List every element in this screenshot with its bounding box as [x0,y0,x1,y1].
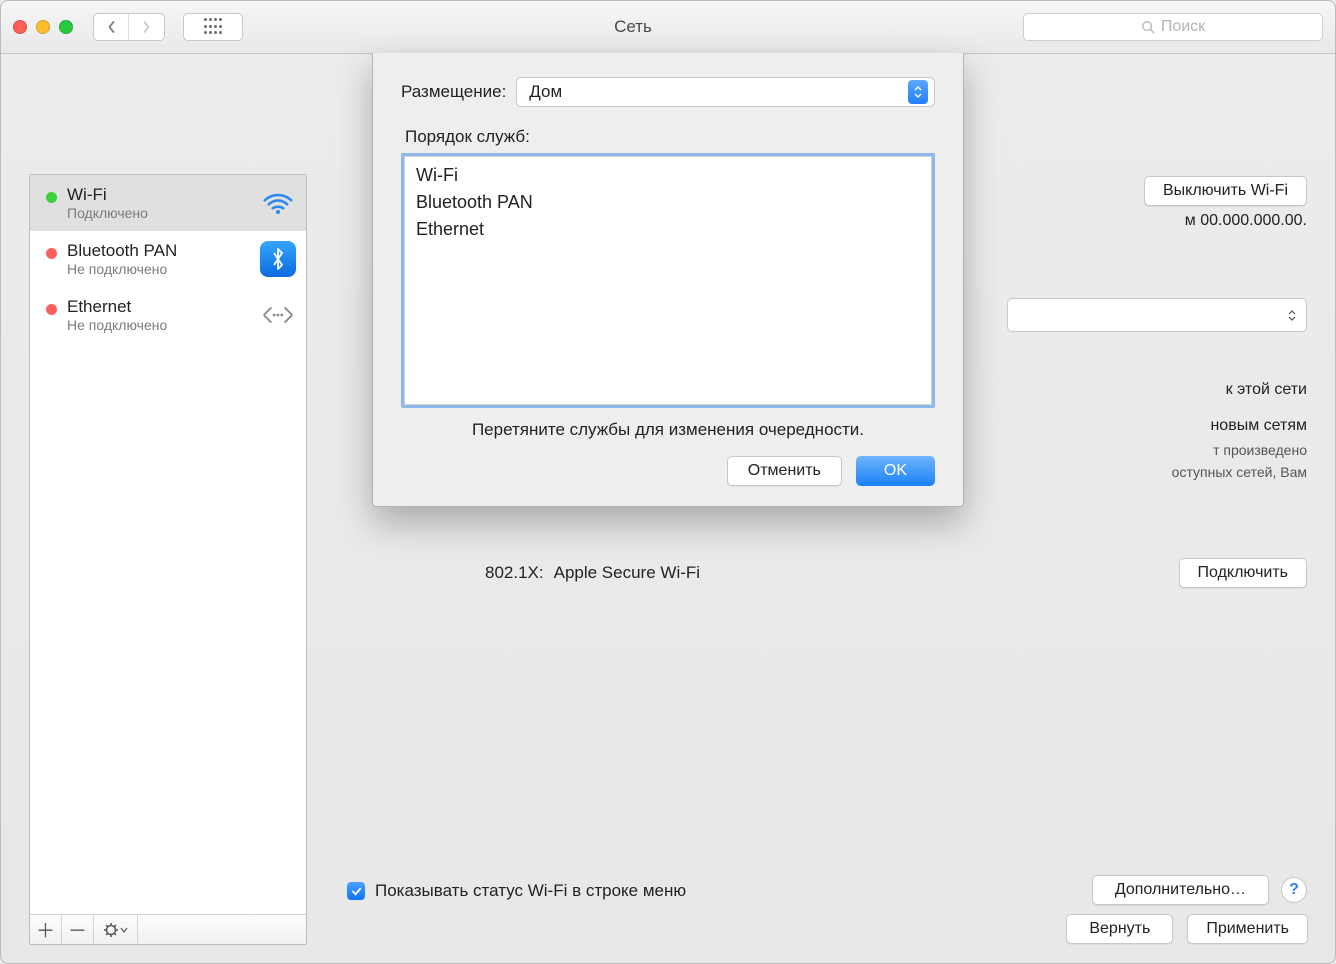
show-all-button[interactable] [183,13,243,41]
service-order-sheet: Размещение: Дом Порядок служб: Wi-Fi Blu… [372,53,964,507]
location-row: Размещение: Дом [401,77,935,107]
up-down-chevrons-icon [1288,310,1296,321]
service-order-list[interactable]: Wi-Fi Bluetooth PAN Ethernet [401,153,935,408]
sidebar-item-ethernet[interactable]: Ethernet Не подключено [30,287,306,343]
ethernet-icon [260,297,296,333]
network-preferences-window: Сеть Поиск Wi-Fi Подключено [0,0,1336,964]
service-status: Не подключено [67,261,250,277]
up-down-stepper-icon [908,80,928,104]
sidebar-item-text: Bluetooth PAN Не подключено [67,241,250,277]
location-value: Дом [529,82,908,102]
ip-address-fragment: м 00.000.000.00. [1144,212,1307,230]
turn-off-wifi-button[interactable]: Выключить Wi-Fi [1144,176,1307,206]
network-name-select[interactable] [1007,298,1307,332]
service-name: Ethernet [67,297,250,317]
cancel-button[interactable]: Отменить [727,456,842,486]
back-button[interactable] [94,14,129,40]
services-sidebar: Wi-Fi Подключено Bluetooth PAN Не подклю… [29,174,307,945]
8021x-row: 802.1X: Apple Secure Wi-Fi Подключить [485,558,1307,588]
wifi-icon [260,185,296,221]
drag-hint-text: Перетяните службы для изменения очередно… [401,420,935,440]
show-wifi-status-checkbox[interactable] [347,882,365,900]
window-title: Сеть [251,17,1015,37]
add-service-button[interactable]: ＋ [30,915,62,944]
service-order-item[interactable]: Bluetooth PAN [416,189,920,216]
help-button[interactable]: ? [1281,877,1307,903]
close-window-button[interactable] [13,20,27,34]
status-dot-disconnected-icon [46,248,57,259]
partial-text: к этой сети [1226,378,1307,402]
checkmark-icon [351,886,362,897]
sheet-buttons: Отменить OK [401,456,935,486]
partial-text: новым сетям [1210,414,1307,438]
status-dot-disconnected-icon [46,304,57,315]
wifi-status-area: Выключить Wi-Fi м 00.000.000.00. [1144,176,1307,230]
8021x-value: Apple Secure Wi-Fi [554,563,1179,583]
chevron-right-icon [141,20,152,34]
minimize-window-button[interactable] [36,20,50,34]
gear-icon [103,922,119,938]
sidebar-item-text: Ethernet Не подключено [67,297,250,333]
show-wifi-status-row: Показывать статус Wi-Fi в строке меню [347,881,686,901]
service-name: Bluetooth PAN [67,241,250,261]
zoom-window-button[interactable] [59,20,73,34]
sidebar-item-text: Wi-Fi Подключено [67,185,250,221]
service-status: Не подключено [67,317,250,333]
search-input[interactable]: Поиск [1023,13,1323,41]
remove-service-button[interactable]: － [62,915,94,944]
chevron-left-icon [106,20,117,34]
revert-button[interactable]: Вернуть [1066,914,1173,944]
status-dot-connected-icon [46,192,57,203]
advanced-button[interactable]: Дополнительно… [1092,875,1269,905]
8021x-label: 802.1X: [485,563,544,583]
partial-text: оступных сетей, Вам [1172,462,1307,483]
location-label: Размещение: [401,82,506,102]
services-list: Wi-Fi Подключено Bluetooth PAN Не подклю… [30,175,306,914]
service-name: Wi-Fi [67,185,250,205]
ok-button[interactable]: OK [856,456,935,486]
service-order-label: Порядок служб: [405,127,935,147]
sidebar-wrap: Wi-Fi Подключено Bluetooth PAN Не подклю… [29,78,307,945]
connect-8021x-button[interactable]: Подключить [1179,558,1307,588]
search-icon [1141,20,1155,34]
apply-button[interactable]: Применить [1187,914,1308,944]
chevron-down-icon [120,926,128,934]
bluetooth-icon [260,241,296,277]
service-order-item[interactable]: Ethernet [416,216,920,243]
service-order-item[interactable]: Wi-Fi [416,162,920,189]
sidebar-item-wifi[interactable]: Wi-Fi Подключено [30,175,306,231]
partial-text: т произведено [1213,440,1307,461]
footer-buttons: Вернуть Применить [1066,914,1308,944]
service-status: Подключено [67,205,250,221]
advanced-row: Дополнительно… ? [1092,875,1307,905]
grid-icon [204,18,222,36]
service-actions-menu[interactable] [94,915,138,944]
forward-button[interactable] [129,14,164,40]
window-controls [13,20,73,34]
location-select[interactable]: Дом [516,77,935,107]
nav-segmented-control [93,13,165,41]
sidebar-toolbar: ＋ － [30,914,306,944]
show-wifi-status-label: Показывать статус Wi-Fi в строке меню [375,881,686,901]
search-placeholder: Поиск [1161,18,1205,36]
titlebar: Сеть Поиск [1,1,1335,54]
sidebar-item-bluetooth-pan[interactable]: Bluetooth PAN Не подключено [30,231,306,287]
